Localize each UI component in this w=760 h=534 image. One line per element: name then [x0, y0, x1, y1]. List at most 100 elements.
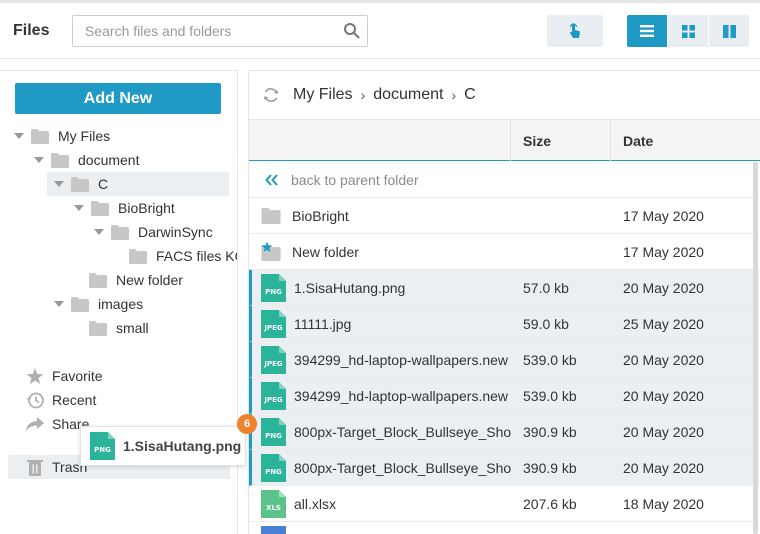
list-view-icon — [640, 25, 654, 37]
table-row[interactable]: JPEG 394299_hd-laptop-wallpapers.new 539.… — [249, 378, 759, 414]
history-icon — [26, 392, 44, 408]
list-view-button[interactable] — [627, 15, 667, 47]
tree-label: C — [98, 176, 109, 192]
tree-item-small[interactable]: small — [89, 316, 233, 340]
tree-label: small — [116, 320, 149, 336]
table-row[interactable]: JPEG 11111.jpg 59.0 kb 25 May 2020 — [249, 306, 759, 342]
search-box[interactable] — [72, 15, 368, 47]
breadcrumb-item[interactable]: document — [373, 86, 443, 104]
star-icon — [26, 367, 44, 384]
jpeg-file-icon: JPEG — [261, 345, 286, 374]
tree-item-document[interactable]: document — [33, 148, 233, 172]
table-row[interactable]: BioBright 17 May 2020 — [249, 198, 759, 234]
file-name: BioBright — [292, 207, 349, 224]
folder-icon — [89, 320, 107, 336]
file-name: 11111.jpg — [294, 315, 352, 332]
column-header-name[interactable] — [249, 120, 511, 161]
app-title: Files — [13, 22, 50, 39]
file-size: 539.0 kb — [523, 351, 577, 368]
star-icon — [261, 240, 273, 252]
search-input[interactable] — [73, 16, 333, 46]
nav-label: Favorite — [52, 368, 103, 384]
nav-trash[interactable]: Trash — [26, 456, 87, 478]
chevron-right-icon: › — [451, 87, 457, 103]
caret-down-icon[interactable] — [33, 154, 45, 166]
drag-preview: PNG 1.SisaHutang.png — [80, 426, 246, 466]
tree-label: document — [78, 152, 140, 168]
png-file-icon: PNG — [261, 273, 286, 302]
tiles-view-button[interactable] — [668, 15, 708, 47]
table-row[interactable]: PNG 800px-Target_Block_Bullseye_Sho 390.9… — [249, 414, 759, 450]
back-to-parent-row[interactable]: back to parent folder — [249, 162, 759, 198]
file-date: 20 May 2020 — [623, 423, 704, 440]
caret-down-icon[interactable] — [73, 202, 85, 214]
file-size: 207.6 kb — [523, 495, 577, 512]
png-file-icon: PNG — [90, 432, 115, 460]
breadcrumb-item[interactable]: C — [464, 86, 476, 104]
folder-icon — [31, 128, 49, 144]
tree-item-images[interactable]: images — [53, 292, 233, 316]
split-view-button[interactable] — [709, 15, 749, 47]
file-name: 800px-Target_Block_Bullseye_Sho — [294, 459, 511, 476]
file-size: 390.9 kb — [523, 459, 577, 476]
png-file-icon: PNG — [261, 417, 286, 446]
folder-icon — [261, 207, 281, 224]
tree-item-biobright[interactable]: BioBright — [73, 196, 233, 220]
drag-count-badge: 6 — [237, 414, 257, 434]
file-date: 20 May 2020 — [623, 387, 704, 404]
tree-label: BioBright — [118, 200, 175, 216]
nav-favorite[interactable]: Favorite — [26, 365, 103, 387]
folder-icon — [71, 296, 89, 312]
folder-icon — [111, 224, 129, 240]
caret-down-icon[interactable] — [93, 226, 105, 238]
touch-mode-button[interactable] — [547, 15, 603, 47]
nav-recent[interactable]: Recent — [26, 389, 96, 411]
file-date: 20 May 2020 — [623, 459, 704, 476]
scrollbar[interactable] — [753, 162, 758, 534]
file-name: New folder — [292, 243, 359, 260]
file-name: all.xlsx — [294, 495, 337, 512]
tree-item-darwinsync[interactable]: DarwinSync — [93, 220, 233, 244]
jpeg-file-icon: JPEG — [261, 381, 286, 410]
table-row[interactable]: New folder 17 May 2020 — [249, 234, 759, 270]
folder-icon — [89, 272, 107, 288]
tree-item-facs-files[interactable]: FACS files KO — [129, 244, 237, 268]
tree-label: New folder — [116, 272, 183, 288]
caret-down-icon[interactable] — [13, 130, 25, 142]
png-file-icon: PNG — [261, 453, 286, 482]
tree-item-new-folder[interactable]: New folder — [89, 268, 233, 292]
search-icon[interactable] — [343, 22, 361, 40]
table-row[interactable] — [249, 522, 759, 534]
column-header-size[interactable]: Size — [511, 120, 611, 161]
tree-item-my-files[interactable]: My Files — [13, 124, 233, 148]
file-date: 25 May 2020 — [623, 315, 704, 332]
file-date: 17 May 2020 — [623, 243, 704, 260]
table-row[interactable]: PNG 1.SisaHutang.png 57.0 kb 20 May 2020 — [249, 270, 759, 306]
column-header-date[interactable]: Date — [611, 120, 760, 161]
trash-icon — [27, 459, 43, 476]
jpeg-file-icon: JPEG — [261, 309, 286, 338]
touch-hand-icon — [569, 23, 581, 38]
refresh-icon[interactable] — [263, 87, 279, 103]
folder-icon — [51, 152, 69, 168]
caret-down-icon[interactable] — [53, 298, 65, 310]
add-new-button[interactable]: Add New — [15, 83, 221, 114]
share-icon — [26, 416, 44, 431]
file-size: 59.0 kb — [523, 315, 569, 332]
file-size: 57.0 kb — [523, 279, 569, 296]
file-size: 539.0 kb — [523, 387, 577, 404]
caret-down-icon[interactable] — [53, 178, 65, 190]
breadcrumb-item[interactable]: My Files — [293, 86, 353, 104]
back-label: back to parent folder — [291, 171, 419, 188]
tree-label: DarwinSync — [138, 224, 213, 240]
tree-label: My Files — [58, 128, 111, 144]
table-row[interactable]: PNG 800px-Target_Block_Bullseye_Sho 390.9… — [249, 450, 759, 486]
tree-item-c[interactable]: C — [47, 172, 229, 196]
file-name: 1.SisaHutang.png — [294, 279, 406, 296]
table-row[interactable]: JPEG 394299_hd-laptop-wallpapers.new 539.… — [249, 342, 759, 378]
nav-label: Recent — [52, 392, 97, 408]
file-date: 20 May 2020 — [623, 351, 704, 368]
folder-icon — [91, 200, 109, 216]
file-date: 18 May 2020 — [623, 495, 704, 512]
table-row[interactable]: XLS all.xlsx 207.6 kb 18 May 2020 — [249, 486, 759, 522]
